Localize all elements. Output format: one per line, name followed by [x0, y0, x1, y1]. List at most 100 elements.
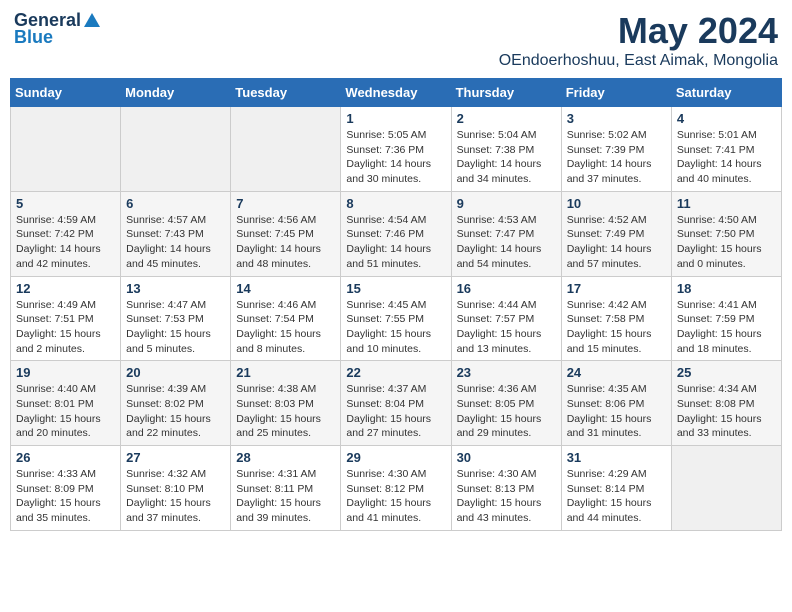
day-info: Sunrise: 4:46 AM Sunset: 7:54 PM Dayligh… — [236, 298, 335, 357]
day-number: 23 — [457, 365, 556, 380]
day-cell: 4Sunrise: 5:01 AM Sunset: 7:41 PM Daylig… — [671, 107, 781, 192]
day-number: 7 — [236, 196, 335, 211]
day-info: Sunrise: 4:29 AM Sunset: 8:14 PM Dayligh… — [567, 467, 666, 526]
day-info: Sunrise: 4:57 AM Sunset: 7:43 PM Dayligh… — [126, 213, 225, 272]
day-cell: 28 Sunrise: 4:31 AM Sunset: 8:11 PM Dayli… — [231, 446, 341, 531]
week-row-1: 1 Sunrise: 5:05 AM Sunset: 7:36 PM Daylig… — [11, 107, 782, 192]
header-cell-thursday: Thursday — [451, 79, 561, 107]
day-cell: 14 Sunrise: 4:46 AM Sunset: 7:54 PM Dayli… — [231, 276, 341, 361]
day-info: Sunrise: 4:30 AM Sunset: 8:12 PM Dayligh… — [346, 467, 445, 526]
day-info: Sunrise: 4:54 AM Sunset: 7:46 PM Dayligh… — [346, 213, 445, 272]
day-info: Sunrise: 4:31 AM Sunset: 8:11 PM Dayligh… — [236, 467, 335, 526]
day-number: 5 — [16, 196, 115, 211]
day-number: 20 — [126, 365, 225, 380]
day-cell: 9 Sunrise: 4:53 AM Sunset: 7:47 PM Daylig… — [451, 191, 561, 276]
calendar-table: SundayMondayTuesdayWednesdayThursdayFrid… — [10, 78, 782, 531]
day-cell: 13Sunrise: 4:47 AM Sunset: 7:53 PM Dayli… — [121, 276, 231, 361]
day-number: 4 — [677, 111, 776, 126]
day-cell — [671, 446, 781, 531]
header-row: SundayMondayTuesdayWednesdayThursdayFrid… — [11, 79, 782, 107]
day-cell: 21Sunrise: 4:38 AM Sunset: 8:03 PM Dayli… — [231, 361, 341, 446]
day-number: 9 — [457, 196, 556, 211]
day-info: Sunrise: 5:05 AM Sunset: 7:36 PM Dayligh… — [346, 128, 445, 187]
day-info: Sunrise: 4:37 AM Sunset: 8:04 PM Dayligh… — [346, 382, 445, 441]
day-number: 16 — [457, 281, 556, 296]
day-cell: 3Sunrise: 5:02 AM Sunset: 7:39 PM Daylig… — [561, 107, 671, 192]
title-block: May 2024 OEndoerhoshuu, East Aimak, Mong… — [499, 10, 778, 70]
day-cell: 31 Sunrise: 4:29 AM Sunset: 8:14 PM Dayli… — [561, 446, 671, 531]
day-info: Sunrise: 4:40 AM Sunset: 8:01 PM Dayligh… — [16, 382, 115, 441]
day-cell: 1 Sunrise: 5:05 AM Sunset: 7:36 PM Daylig… — [341, 107, 451, 192]
day-cell: 26 Sunrise: 4:33 AM Sunset: 8:09 PM Dayli… — [11, 446, 121, 531]
day-cell — [231, 107, 341, 192]
day-cell: 25Sunrise: 4:34 AM Sunset: 8:08 PM Dayli… — [671, 361, 781, 446]
day-cell: 30 Sunrise: 4:30 AM Sunset: 8:13 PM Dayli… — [451, 446, 561, 531]
day-info: Sunrise: 4:45 AM Sunset: 7:55 PM Dayligh… — [346, 298, 445, 357]
day-cell: 11Sunrise: 4:50 AM Sunset: 7:50 PM Dayli… — [671, 191, 781, 276]
day-number: 24 — [567, 365, 666, 380]
day-number: 3 — [567, 111, 666, 126]
day-number: 26 — [16, 450, 115, 465]
day-info: Sunrise: 4:38 AM Sunset: 8:03 PM Dayligh… — [236, 382, 335, 441]
day-cell: 22 Sunrise: 4:37 AM Sunset: 8:04 PM Dayli… — [341, 361, 451, 446]
day-cell: 20 Sunrise: 4:39 AM Sunset: 8:02 PM Dayli… — [121, 361, 231, 446]
day-number: 27 — [126, 450, 225, 465]
week-row-2: 5 Sunrise: 4:59 AM Sunset: 7:42 PM Daylig… — [11, 191, 782, 276]
day-cell: 24Sunrise: 4:35 AM Sunset: 8:06 PM Dayli… — [561, 361, 671, 446]
logo: General Blue — [14, 10, 100, 48]
day-info: Sunrise: 4:56 AM Sunset: 7:45 PM Dayligh… — [236, 213, 335, 272]
day-info: Sunrise: 4:49 AM Sunset: 7:51 PM Dayligh… — [16, 298, 115, 357]
day-number: 14 — [236, 281, 335, 296]
day-number: 10 — [567, 196, 666, 211]
day-info: Sunrise: 4:44 AM Sunset: 7:57 PM Dayligh… — [457, 298, 556, 357]
header-cell-sunday: Sunday — [11, 79, 121, 107]
day-cell — [11, 107, 121, 192]
day-info: Sunrise: 4:39 AM Sunset: 8:02 PM Dayligh… — [126, 382, 225, 441]
day-cell: 15 Sunrise: 4:45 AM Sunset: 7:55 PM Dayli… — [341, 276, 451, 361]
day-info: Sunrise: 4:30 AM Sunset: 8:13 PM Dayligh… — [457, 467, 556, 526]
calendar-header: SundayMondayTuesdayWednesdayThursdayFrid… — [11, 79, 782, 107]
page-header: General Blue May 2024 OEndoerhoshuu, Eas… — [10, 10, 782, 70]
day-cell: 5 Sunrise: 4:59 AM Sunset: 7:42 PM Daylig… — [11, 191, 121, 276]
day-info: Sunrise: 4:52 AM Sunset: 7:49 PM Dayligh… — [567, 213, 666, 272]
day-cell: 7 Sunrise: 4:56 AM Sunset: 7:45 PM Daylig… — [231, 191, 341, 276]
subtitle: OEndoerhoshuu, East Aimak, Mongolia — [499, 52, 778, 70]
day-cell — [121, 107, 231, 192]
header-cell-friday: Friday — [561, 79, 671, 107]
month-title: May 2024 — [499, 10, 778, 52]
header-cell-monday: Monday — [121, 79, 231, 107]
day-number: 22 — [346, 365, 445, 380]
day-info: Sunrise: 4:33 AM Sunset: 8:09 PM Dayligh… — [16, 467, 115, 526]
day-info: Sunrise: 4:53 AM Sunset: 7:47 PM Dayligh… — [457, 213, 556, 272]
day-number: 25 — [677, 365, 776, 380]
day-cell: 18Sunrise: 4:41 AM Sunset: 7:59 PM Dayli… — [671, 276, 781, 361]
header-cell-tuesday: Tuesday — [231, 79, 341, 107]
day-info: Sunrise: 4:47 AM Sunset: 7:53 PM Dayligh… — [126, 298, 225, 357]
day-number: 2 — [457, 111, 556, 126]
day-number: 19 — [16, 365, 115, 380]
day-number: 30 — [457, 450, 556, 465]
day-number: 28 — [236, 450, 335, 465]
day-number: 1 — [346, 111, 445, 126]
day-info: Sunrise: 4:32 AM Sunset: 8:10 PM Dayligh… — [126, 467, 225, 526]
day-cell: 17Sunrise: 4:42 AM Sunset: 7:58 PM Dayli… — [561, 276, 671, 361]
day-cell: 19 Sunrise: 4:40 AM Sunset: 8:01 PM Dayli… — [11, 361, 121, 446]
day-info: Sunrise: 4:59 AM Sunset: 7:42 PM Dayligh… — [16, 213, 115, 272]
day-cell: 23 Sunrise: 4:36 AM Sunset: 8:05 PM Dayli… — [451, 361, 561, 446]
logo-blue: Blue — [14, 27, 53, 48]
day-info: Sunrise: 4:36 AM Sunset: 8:05 PM Dayligh… — [457, 382, 556, 441]
day-cell: 27 Sunrise: 4:32 AM Sunset: 8:10 PM Dayli… — [121, 446, 231, 531]
week-row-5: 26 Sunrise: 4:33 AM Sunset: 8:09 PM Dayli… — [11, 446, 782, 531]
day-cell: 8Sunrise: 4:54 AM Sunset: 7:46 PM Daylig… — [341, 191, 451, 276]
day-number: 15 — [346, 281, 445, 296]
day-info: Sunrise: 4:41 AM Sunset: 7:59 PM Dayligh… — [677, 298, 776, 357]
day-cell: 16 Sunrise: 4:44 AM Sunset: 7:57 PM Dayli… — [451, 276, 561, 361]
day-info: Sunrise: 4:50 AM Sunset: 7:50 PM Dayligh… — [677, 213, 776, 272]
day-number: 17 — [567, 281, 666, 296]
week-row-3: 12Sunrise: 4:49 AM Sunset: 7:51 PM Dayli… — [11, 276, 782, 361]
day-number: 31 — [567, 450, 666, 465]
day-info: Sunrise: 5:04 AM Sunset: 7:38 PM Dayligh… — [457, 128, 556, 187]
header-cell-saturday: Saturday — [671, 79, 781, 107]
day-cell: 12Sunrise: 4:49 AM Sunset: 7:51 PM Dayli… — [11, 276, 121, 361]
calendar-body: 1 Sunrise: 5:05 AM Sunset: 7:36 PM Daylig… — [11, 107, 782, 531]
